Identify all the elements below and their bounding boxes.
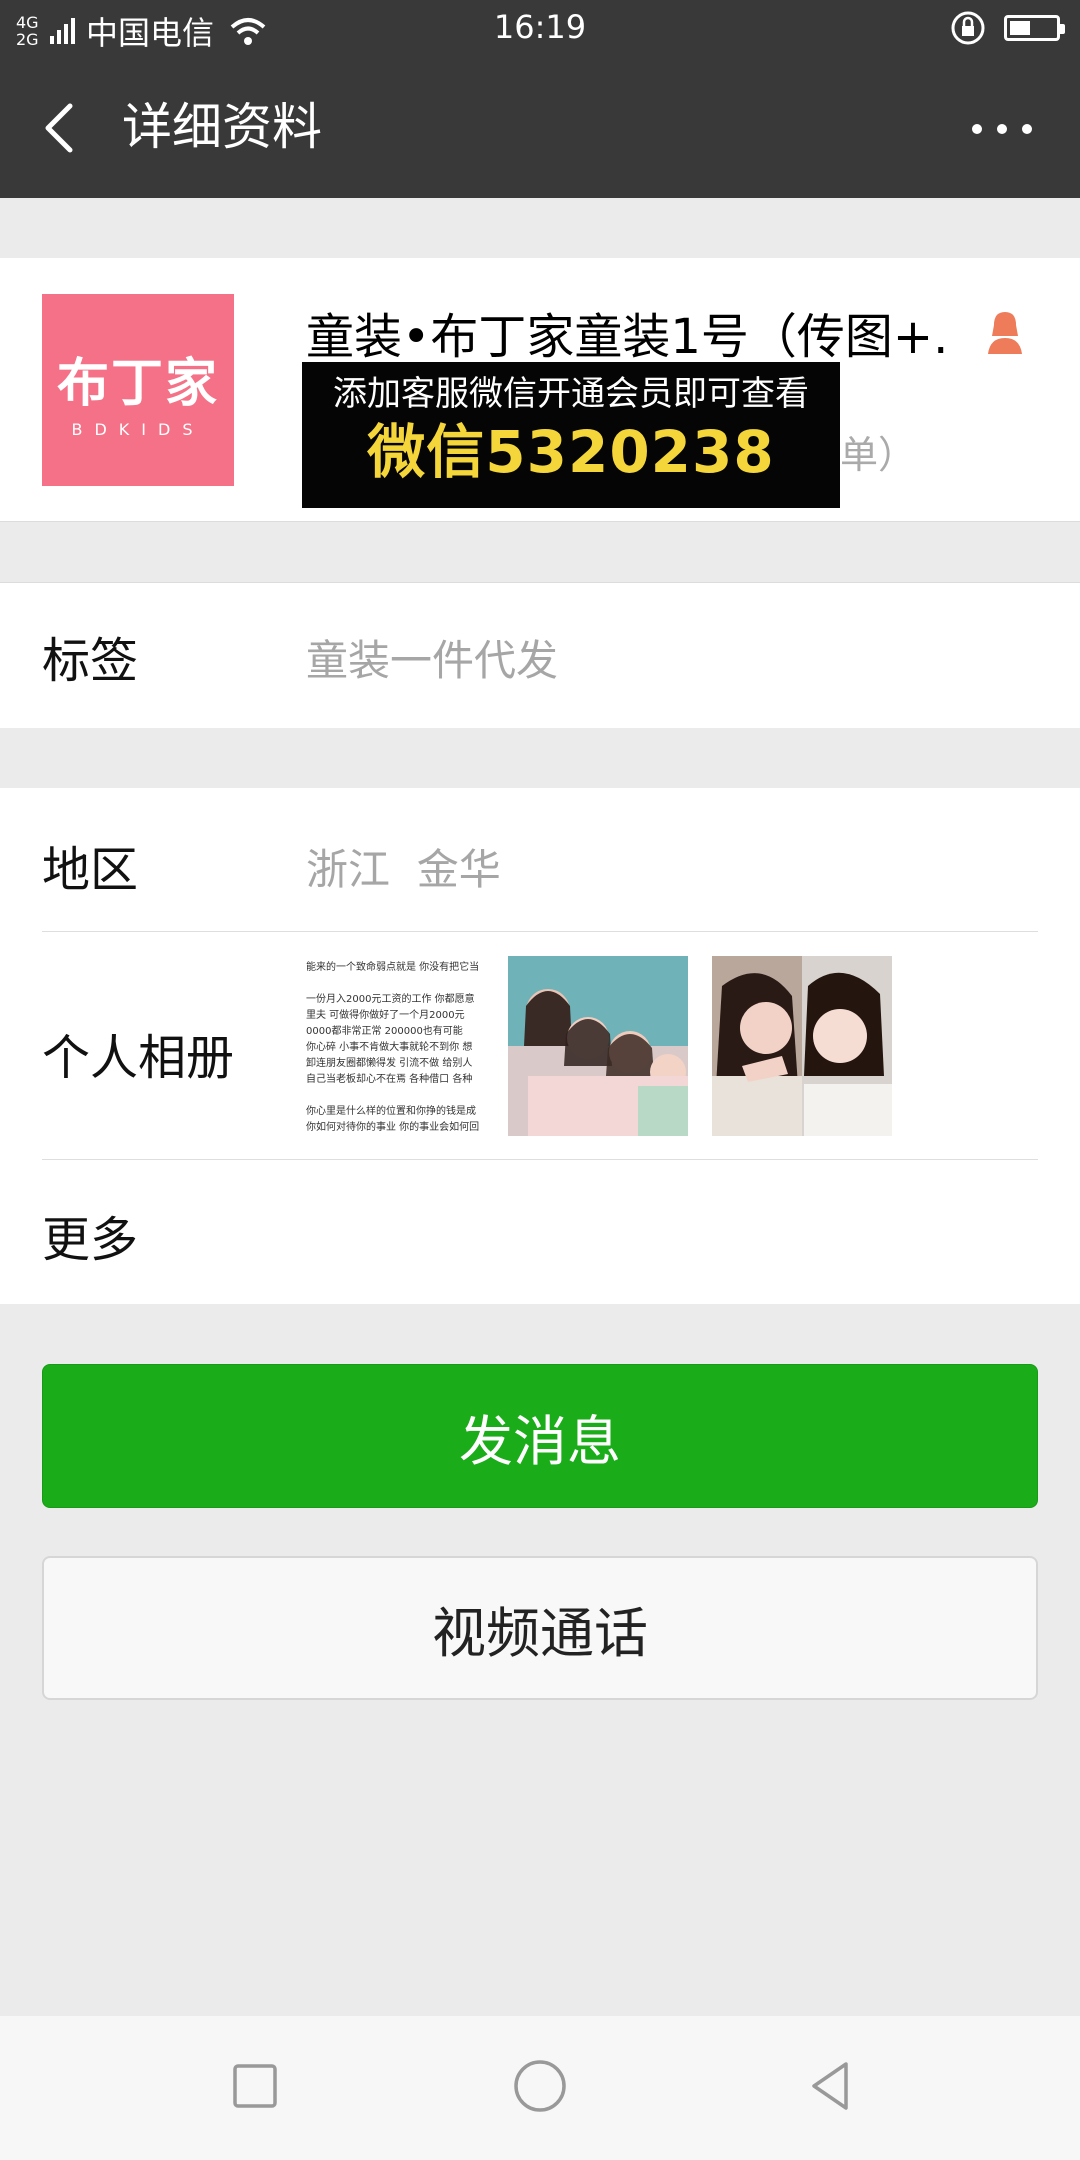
album-thumbnail-text-line: 你心里是什么样的位置和你挣的钱是成 [306, 1106, 476, 1117]
avatar-logo-text: 布丁家 [56, 353, 219, 414]
region-value: 浙江 金华 [306, 845, 501, 894]
back-icon[interactable] [36, 98, 86, 158]
album-thumbnail-text-line: 能来的一个致命弱点就是 你没有把它当 [306, 962, 480, 973]
promo-banner: 添加客服微信开通会员即可查看 微信5320238 [302, 362, 840, 508]
album-thumbnail-text-line: 里夫 可做得你做好了一个月2000元 [306, 1010, 465, 1021]
home-icon[interactable] [510, 2056, 570, 2116]
system-navigation-bar [0, 2016, 1080, 2160]
battery-icon [1004, 15, 1065, 41]
album-thumbnail-text-line: 一份月入2000元工资的工作 你都愿意 [306, 994, 475, 1005]
region-label: 地区 [42, 842, 139, 898]
album-thumbnail-text-line: 你如何对待你的事业 你的事业会如何回 [306, 1122, 480, 1133]
send-message-button[interactable]: 发消息 [42, 1364, 1038, 1508]
recent-apps-icon[interactable] [225, 2056, 285, 2116]
album-thumbnail-text-line: 卸连朋友圈都懒得发 引流不做 给别人 [306, 1058, 473, 1069]
album-label: 个人相册 [42, 1030, 235, 1086]
album-row[interactable]: 个人相册 能来的一个致命弱点就是 你没有把它当 一份月入2000元工资的工作 你… [42, 932, 1038, 1160]
tags-row[interactable]: 标签 童装一件代发 [0, 582, 1080, 728]
avatar[interactable]: 布丁家 BDKIDS [42, 294, 234, 486]
album-thumbnail-text-line: 你心碎 小事不肯做大事就轮不到你 想 [306, 1042, 473, 1053]
album-thumbnail-text-line: 自己当老板却心不在焉 各种借口 各种 [306, 1074, 473, 1085]
album-thumbnail-text-line: 0000都非常正常 200000也有可能 [306, 1026, 463, 1037]
info-section: 地区 浙江 金华 个人相册 能来的一个致命弱点就是 你没有把它当 一份月入200… [0, 788, 1080, 1304]
rotation-lock-icon [951, 11, 985, 45]
female-icon [988, 312, 1022, 354]
avatar-logo-subtext: BDKIDS [71, 420, 205, 439]
more-options-button[interactable] [972, 114, 1032, 144]
profile-card: 布丁家 BDKIDS 童装•布丁家童装1号（传图+... 单） 添加客服微信开通… [0, 258, 1080, 522]
back-nav-icon[interactable] [800, 2056, 860, 2116]
promo-text: 添加客服微信开通会员即可查看 [333, 374, 809, 414]
profile-name: 童装•布丁家童装1号（传图+... [306, 309, 946, 365]
more-row[interactable]: 更多 [42, 1160, 1038, 1300]
album-thumbnail-photo-2[interactable] [712, 956, 892, 1136]
promo-wechat-id: 微信5320238 [367, 418, 775, 486]
header: 详细资料 [0, 58, 1080, 198]
clock: 16:19 [493, 8, 587, 46]
partial-text: 单） [840, 433, 917, 477]
more-label: 更多 [42, 1212, 139, 1268]
status-bar: 4G 2G 中国电信 16:19 [0, 0, 1080, 58]
tags-label: 标签 [42, 633, 139, 689]
region-row: 地区 浙江 金华 [42, 788, 1038, 932]
tags-value: 童装一件代发 [306, 636, 559, 685]
album-thumbnail-photo-1[interactable] [508, 956, 688, 1136]
album-thumbnail-text-line [306, 976, 482, 992]
album-thumbnail-text[interactable]: 能来的一个致命弱点就是 你没有把它当 一份月入2000元工资的工作 你都愿意 里夫… [304, 956, 484, 1136]
page-title: 详细资料 [122, 98, 322, 156]
album-thumbnail-text-line [306, 1088, 482, 1104]
video-call-button[interactable]: 视频通话 [42, 1556, 1038, 1700]
